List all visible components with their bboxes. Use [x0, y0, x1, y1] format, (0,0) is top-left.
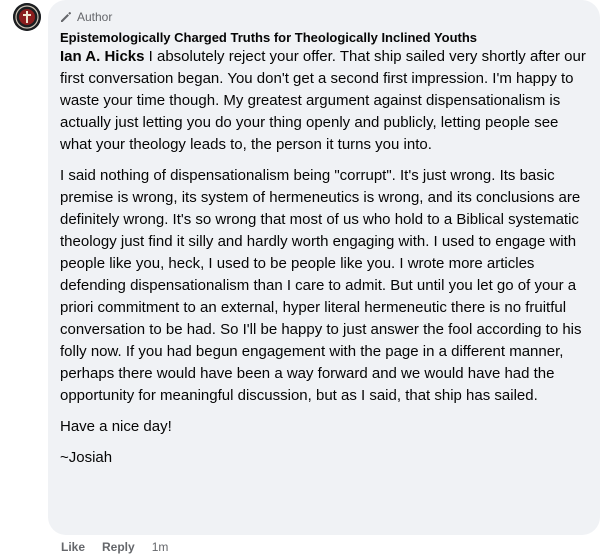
mention-tag[interactable]: Ian A. Hicks	[60, 48, 144, 65]
reply-button[interactable]: Reply	[102, 540, 135, 554]
page-avatar[interactable]	[13, 3, 41, 31]
author-badge-label: Author	[77, 10, 113, 24]
author-badge: Author	[60, 8, 588, 26]
pen-icon	[61, 11, 72, 22]
comment-actions: Like Reply 1m	[61, 538, 168, 556]
comment-paragraph-4: ~Josiah	[60, 449, 113, 466]
comment-paragraph-2: I said nothing of dispensationalism bein…	[60, 167, 582, 404]
commenter-name[interactable]: Epistemologically Charged Truths for The…	[60, 30, 588, 46]
comment-paragraph-1: Ian A. Hicks I absolutely reject your of…	[60, 46, 588, 156]
like-button[interactable]: Like	[61, 540, 85, 554]
comment-paragraph-3: Have a nice day!	[60, 418, 172, 435]
comment-bubble: Author Epistemologically Charged Truths …	[48, 0, 600, 535]
page-logo-icon	[13, 3, 41, 31]
comment: Author Epistemologically Charged Truths …	[0, 0, 615, 557]
comment-timestamp[interactable]: 1m	[152, 540, 169, 554]
